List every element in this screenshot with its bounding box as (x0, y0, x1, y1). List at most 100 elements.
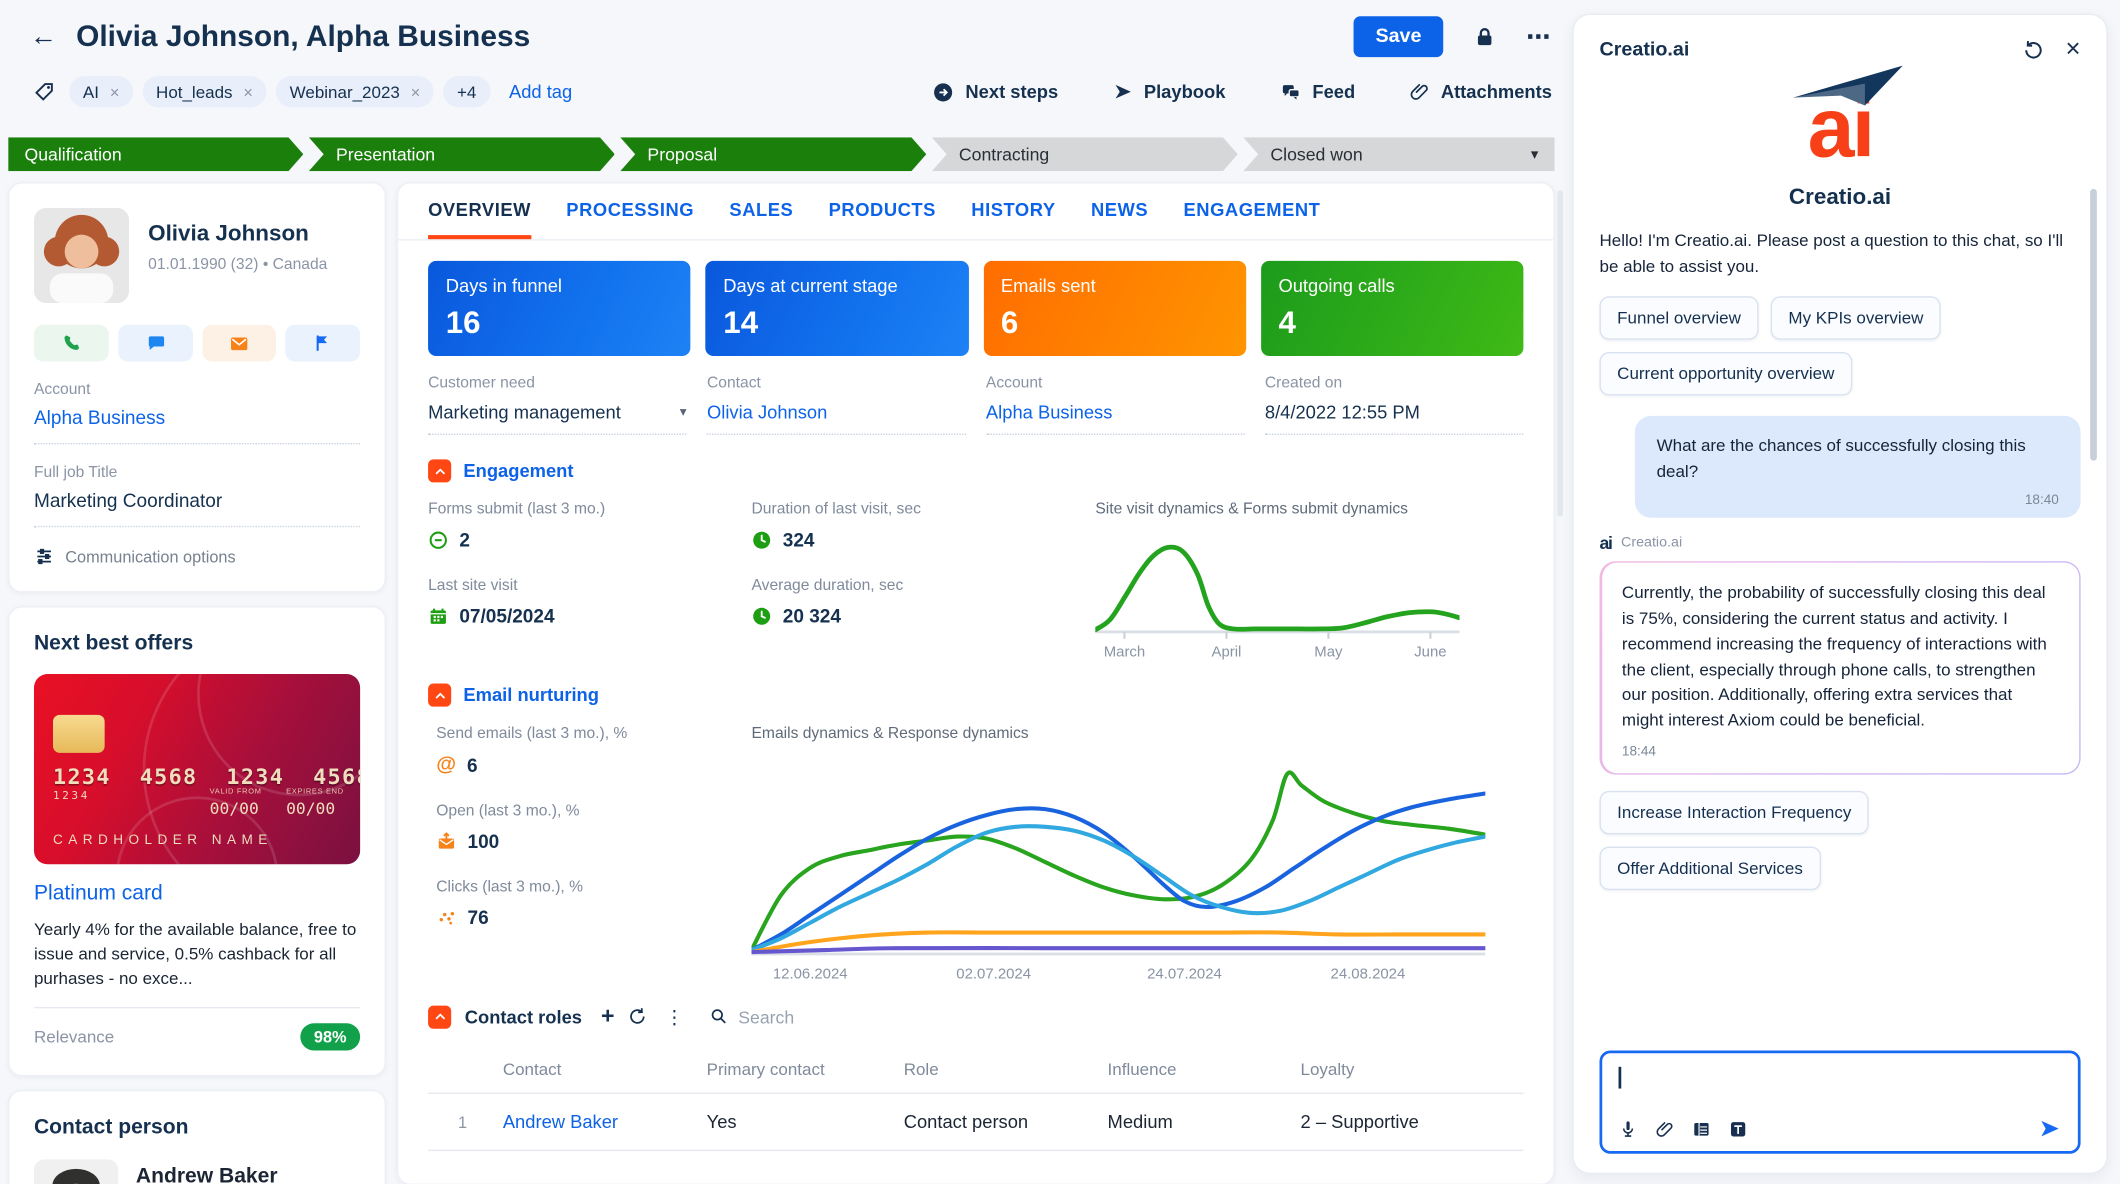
search-box[interactable] (710, 1006, 888, 1026)
attachments-button[interactable]: Attachments (1410, 82, 1552, 102)
suggestion-opportunity-overview[interactable]: Current opportunity overview (1600, 352, 1852, 395)
account-label: Account (34, 382, 360, 398)
contact-link[interactable]: Olivia Johnson (707, 402, 966, 435)
account-link[interactable]: Alpha Business (34, 406, 360, 444)
contact-name: Olivia Johnson (148, 222, 327, 248)
tag-label: Hot_leads (156, 82, 233, 101)
contact-roles-section: Contact roles + ⋮ (398, 984, 1553, 1151)
relevance-label: Relevance (34, 1028, 114, 1047)
chevron-down-icon: ▾ (680, 405, 687, 420)
text-format-icon[interactable] (1729, 1119, 1748, 1138)
next-steps-button[interactable]: Next steps (933, 81, 1058, 103)
stage-contracting[interactable]: Contracting (932, 137, 1238, 171)
tab-bar: OVERVIEW PROCESSING SALES PRODUCTS HISTO… (398, 183, 1553, 240)
tab-history[interactable]: HISTORY (971, 183, 1055, 239)
collapse-icon[interactable] (428, 1005, 451, 1028)
remove-tag-icon[interactable]: × (243, 82, 253, 101)
action-increase-interaction[interactable]: Increase Interaction Frequency (1600, 791, 1870, 834)
stage-closed-won[interactable]: Closed won ▾ (1243, 137, 1554, 171)
tag-chip[interactable]: Webinar_2023 × (276, 76, 434, 107)
stage-presentation[interactable]: Presentation (309, 137, 615, 171)
row-contact-link[interactable]: Andrew Baker (503, 1112, 707, 1132)
dictate-icon[interactable] (1619, 1119, 1638, 1138)
refresh-icon[interactable] (628, 1007, 647, 1026)
ai-mini-logo: ai (1600, 533, 1612, 553)
tab-products[interactable]: PRODUCTS (829, 183, 936, 239)
col-loyalty: Loyalty (1301, 1060, 1524, 1079)
ai-message: Currently, the probability of successful… (1600, 561, 2081, 775)
more-tags-chip[interactable]: +4 (443, 76, 490, 107)
svg-text:24.08.2024: 24.08.2024 (1331, 965, 1406, 982)
card-chip (53, 715, 105, 753)
email-button[interactable] (202, 325, 276, 362)
suggestion-funnel-overview[interactable]: Funnel overview (1600, 297, 1759, 340)
contact-person-name: Andrew Baker (136, 1165, 278, 1184)
feed-button[interactable]: Feed (1280, 81, 1355, 103)
chevron-down-icon[interactable]: ▾ (1531, 145, 1539, 163)
stage-qualification[interactable]: Qualification (8, 137, 303, 171)
collapse-icon[interactable] (428, 684, 451, 707)
account-link[interactable]: Alpha Business (986, 402, 1245, 435)
assistant-greeting: Hello! I'm Creatio.ai. Please post a que… (1600, 228, 2081, 281)
tag-chip[interactable]: Hot_leads × (142, 76, 266, 107)
collapse-icon[interactable] (428, 459, 451, 482)
field-created-on: Created on 8/4/2022 12:55 PM (1265, 375, 1524, 435)
communication-options[interactable]: Communication options (34, 546, 360, 566)
contact-meta: 01.01.1990 (32) • Canada (148, 257, 327, 273)
tab-engagement[interactable]: ENGAGEMENT (1184, 183, 1321, 239)
suggestion-kpis-overview[interactable]: My KPIs overview (1771, 297, 1941, 340)
offer-link[interactable]: Platinum card (34, 882, 360, 906)
record-region: ← Olivia Johnson, Alpha Business Save ⋯ … (0, 0, 1563, 1184)
back-button[interactable]: ← (30, 21, 57, 52)
remove-tag-icon[interactable]: × (110, 82, 120, 101)
stat-clicks: Clicks (last 3 mo.), % 76 (436, 879, 751, 928)
more-menu-button[interactable]: ⋯ (1526, 22, 1552, 51)
user-message: What are the chances of successfully clo… (1635, 416, 2081, 517)
tab-sales[interactable]: SALES (729, 183, 793, 239)
mail-icon (228, 332, 250, 354)
metric-tiles: Days in funnel 16 Days at current stage … (398, 241, 1553, 357)
tab-processing[interactable]: PROCESSING (566, 183, 694, 239)
search-input[interactable] (738, 1006, 887, 1026)
remove-tag-icon[interactable]: × (411, 82, 421, 101)
stat-forms-submit: Forms submit (last 3 mo.) 2 (428, 501, 751, 550)
metric-emails-sent: Emails sent 6 (983, 261, 1246, 356)
table-row[interactable]: 1 Andrew Baker Yes Contact person Medium… (428, 1094, 1523, 1151)
kebab-menu-icon[interactable]: ⋮ (661, 1005, 688, 1028)
customer-need-dropdown[interactable]: Marketing management ▾ (428, 402, 687, 435)
tag-icon[interactable] (33, 80, 56, 103)
clicks-dots-icon (436, 907, 456, 927)
call-button[interactable] (34, 325, 108, 362)
lock-icon[interactable] (1473, 25, 1496, 48)
clock-icon (752, 529, 772, 549)
action-offer-services[interactable]: Offer Additional Services (1600, 847, 1821, 890)
field-account: Account Alpha Business (986, 375, 1245, 435)
insert-record-icon[interactable] (1692, 1119, 1711, 1138)
tag-chip[interactable]: AI × (69, 76, 133, 107)
send-icon[interactable] (2038, 1117, 2061, 1140)
next-best-offers-card: Next best offers 1234 4568 1234 4568 123… (8, 606, 386, 1077)
tag-toolbar: AI × Hot_leads × Webinar_2023 × +4 Add t… (0, 57, 1563, 121)
flag-button[interactable] (286, 325, 360, 362)
tab-news[interactable]: NEWS (1091, 183, 1148, 239)
main-scrollbar[interactable] (1557, 190, 1562, 516)
creatio-ai-logo: ai (1600, 95, 2081, 162)
card-number-small: 1234 (53, 790, 90, 802)
message-time: 18:40 (1657, 493, 2059, 508)
save-button[interactable]: Save (1354, 16, 1444, 57)
close-icon[interactable]: × (2065, 37, 2080, 63)
at-icon: @ (436, 753, 456, 776)
arrow-circle-icon (933, 81, 955, 103)
metric-days-at-stage: Days at current stage 14 (706, 261, 969, 356)
playbook-button[interactable]: Playbook (1113, 82, 1226, 102)
stage-proposal[interactable]: Proposal (620, 137, 926, 171)
reset-chat-icon[interactable] (2022, 39, 2044, 61)
chat-input[interactable] (1600, 1050, 2081, 1153)
add-tag-link[interactable]: Add tag (509, 82, 572, 102)
add-record-button[interactable]: + (601, 1003, 615, 1030)
funnel-stage-bar: Qualification Presentation Proposal Cont… (0, 121, 1563, 171)
tab-overview[interactable]: OVERVIEW (428, 183, 531, 239)
chat-button[interactable] (118, 325, 192, 362)
chat-scrollbar[interactable] (2090, 189, 2097, 461)
attach-file-icon[interactable] (1655, 1119, 1674, 1138)
